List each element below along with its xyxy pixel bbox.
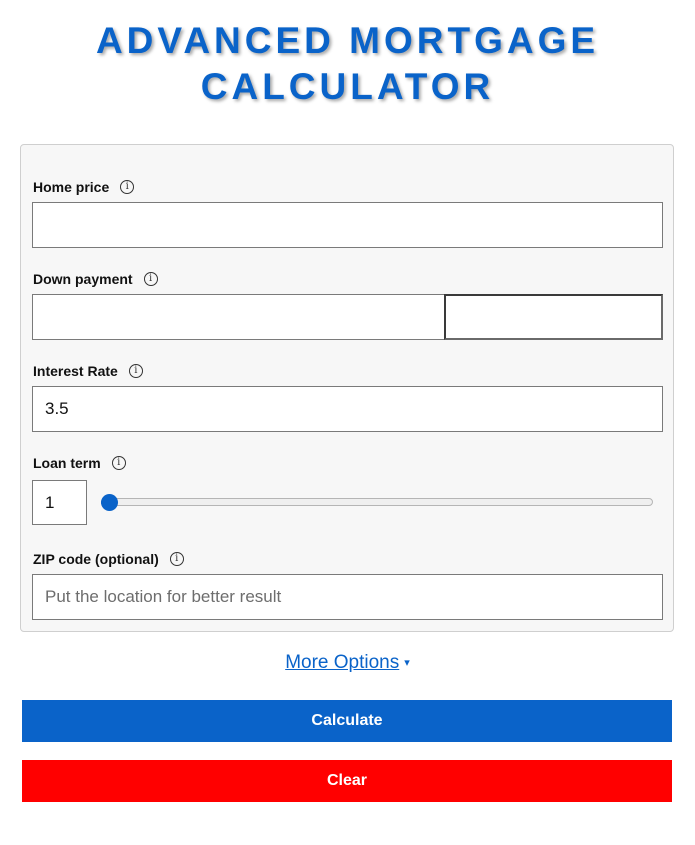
- clear-button[interactable]: Clear: [22, 760, 672, 802]
- info-icon[interactable]: i: [128, 364, 143, 378]
- home-price-input[interactable]: [32, 202, 663, 248]
- zip-code-label: ZIP code (optional) i: [33, 550, 184, 568]
- info-icon[interactable]: i: [120, 180, 135, 194]
- calculator-form: Home price i Down payment i Interest Rat…: [20, 144, 674, 632]
- down-payment-percent-input[interactable]: [444, 294, 663, 340]
- loan-term-input[interactable]: 1: [32, 480, 87, 525]
- more-options-label: More Options: [285, 652, 400, 673]
- interest-rate-label-text: Interest Rate: [33, 363, 118, 379]
- calculate-button[interactable]: Calculate: [22, 700, 672, 742]
- interest-rate-input[interactable]: 3.5: [32, 386, 663, 432]
- zip-code-placeholder: Put the location for better result: [45, 587, 282, 606]
- chevron-down-icon: ▾: [404, 657, 410, 669]
- loan-term-slider-thumb[interactable]: [101, 494, 118, 511]
- home-price-label-text: Home price: [33, 179, 110, 195]
- loan-term-slider-track[interactable]: [101, 498, 653, 506]
- home-price-label: Home price i: [33, 178, 135, 196]
- interest-rate-label: Interest Rate i: [33, 362, 143, 380]
- info-icon[interactable]: i: [111, 456, 126, 470]
- page-title-line-1: ADVANCED MORTGAGE: [95, 20, 600, 61]
- down-payment-label-text: Down payment: [33, 271, 133, 287]
- info-icon[interactable]: i: [143, 272, 158, 286]
- loan-term-label: Loan term i: [33, 454, 126, 472]
- page-title-line-2: CALCULATOR: [200, 66, 495, 107]
- page-title: ADVANCED MORTGAGE CALCULATOR: [0, 18, 695, 110]
- down-payment-label: Down payment i: [33, 270, 158, 288]
- zip-code-label-text: ZIP code (optional): [33, 551, 159, 567]
- loan-term-label-text: Loan term: [33, 455, 101, 471]
- more-options-link[interactable]: More Options ▾: [0, 652, 695, 674]
- interest-rate-value: 3.5: [45, 399, 69, 418]
- down-payment-input[interactable]: [32, 294, 445, 340]
- info-icon[interactable]: i: [169, 552, 184, 566]
- loan-term-value: 1: [45, 492, 55, 512]
- zip-code-input[interactable]: Put the location for better result: [32, 574, 663, 620]
